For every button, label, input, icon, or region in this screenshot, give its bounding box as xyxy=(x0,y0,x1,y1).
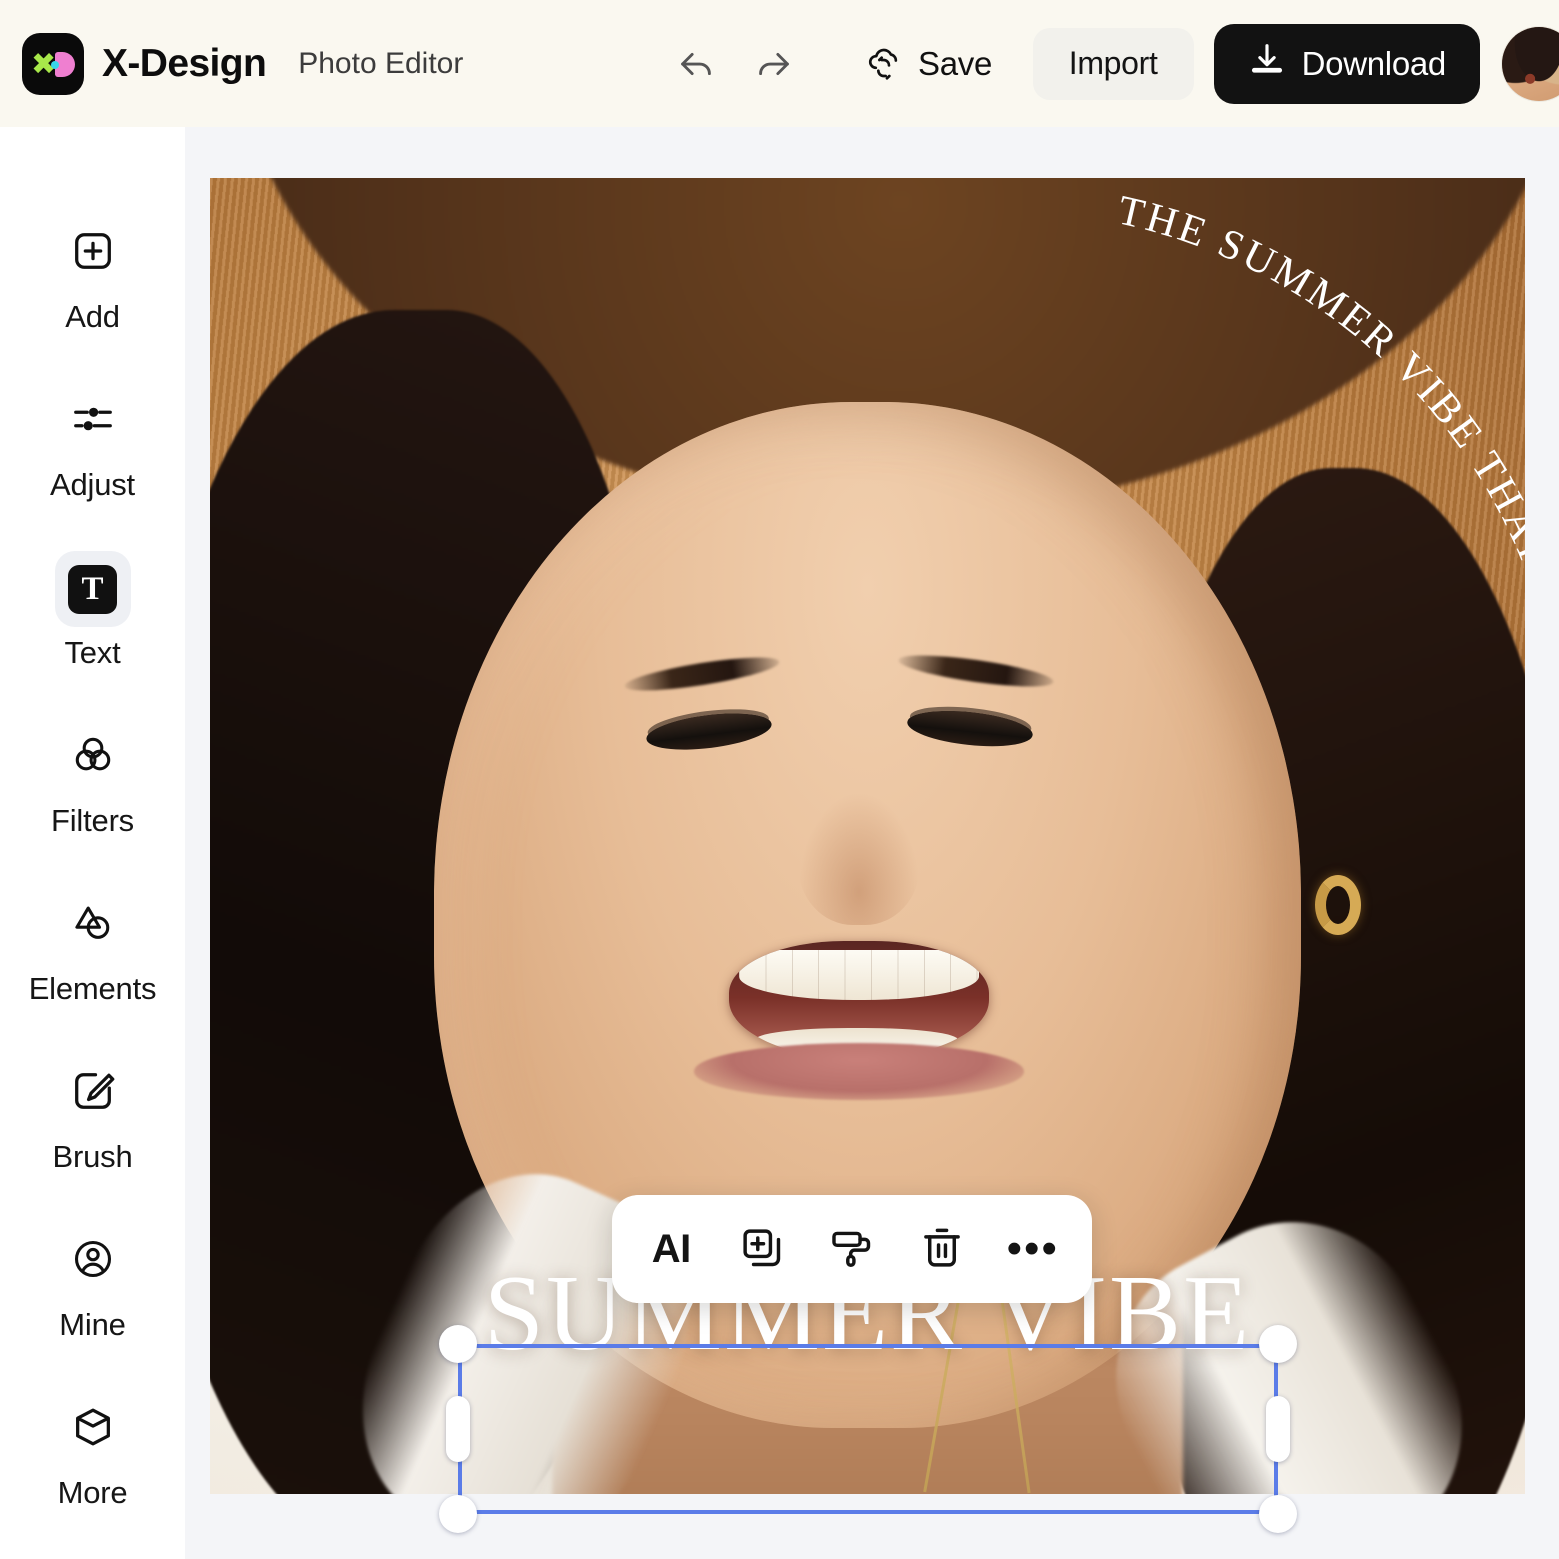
style-button[interactable] xyxy=(817,1214,887,1284)
text-icon-wrap: T xyxy=(54,551,131,627)
download-icon xyxy=(1248,41,1286,87)
nose xyxy=(798,791,920,926)
sidebar-item-label: Adjust xyxy=(50,467,135,502)
resize-handle-bottom-right[interactable] xyxy=(1259,1495,1297,1533)
sidebar-item-elements[interactable]: Elements xyxy=(27,887,159,1007)
eyebrow-left xyxy=(623,651,782,698)
mine-icon-wrap xyxy=(55,1223,131,1299)
download-label: Download xyxy=(1301,44,1447,82)
sidebar-item-mine[interactable]: Mine xyxy=(27,1223,159,1343)
undo-button[interactable] xyxy=(665,33,727,95)
resize-handle-bottom-left[interactable] xyxy=(439,1495,477,1533)
sidebar-item-label: Text xyxy=(64,635,121,670)
filters-icon-wrap xyxy=(55,719,131,795)
page-title: Photo Editor xyxy=(298,46,464,80)
ai-label: AI xyxy=(651,1226,692,1271)
ellipsis-icon: ••• xyxy=(1006,1224,1059,1274)
resize-handle-top-right[interactable] xyxy=(1259,1325,1297,1363)
download-button[interactable]: Download xyxy=(1213,23,1480,104)
object-toolbar: AI ••• xyxy=(612,1195,1092,1303)
cloud-sync-icon xyxy=(865,42,905,85)
adjust-icon-wrap xyxy=(55,383,131,459)
paint-roller-icon xyxy=(829,1225,875,1274)
sidebar-item-label: Mine xyxy=(59,1307,126,1342)
brand: ✖ X-Design Photo Editor xyxy=(22,32,464,95)
eyebrow-right xyxy=(897,649,1055,693)
sidebar-item-add[interactable]: Add xyxy=(27,215,159,335)
sidebar: Add Adjust T Text Filters Elements Brush… xyxy=(0,127,185,1559)
sidebar-item-more[interactable]: More xyxy=(27,1391,159,1511)
redo-button[interactable] xyxy=(743,33,805,95)
brush-square-icon xyxy=(70,1068,116,1119)
sidebar-item-label: Add xyxy=(65,299,120,334)
import-button[interactable]: Import xyxy=(1032,27,1194,100)
header-right-tools: Import Download xyxy=(1032,0,1559,127)
resize-handle-top-left[interactable] xyxy=(439,1325,477,1363)
hoop-earring xyxy=(1314,875,1361,936)
teeth-upper xyxy=(739,950,979,1000)
eye-right xyxy=(905,705,1034,752)
sidebar-item-adjust[interactable]: Adjust xyxy=(27,383,159,503)
photo-editor-app: ✖ X-Design Photo Editor Save Import Down… xyxy=(0,0,1559,1559)
brand-name: X-Design xyxy=(102,41,267,85)
sidebar-item-label: Filters xyxy=(51,803,134,838)
avatar[interactable] xyxy=(1502,26,1559,101)
undo-arrow-icon xyxy=(673,41,719,87)
app-header: ✖ X-Design Photo Editor Save Import Down… xyxy=(0,0,1559,127)
eye-left xyxy=(644,707,774,756)
resize-handle-middle-right[interactable] xyxy=(1266,1396,1290,1462)
resize-handle-middle-left[interactable] xyxy=(446,1396,470,1462)
x-design-logo-icon[interactable]: ✖ xyxy=(22,32,84,95)
sidebar-item-brush[interactable]: Brush xyxy=(27,1055,159,1175)
header-center-tools: Save xyxy=(665,0,1010,127)
editor-canvas[interactable]: THE SUMMER VIBE THAT IM LOOKING FOR SUMM… xyxy=(185,127,1559,1559)
delete-button[interactable] xyxy=(907,1214,977,1284)
sidebar-item-label: Brush xyxy=(52,1139,133,1174)
text-t-icon: T xyxy=(68,564,117,614)
avatar-image xyxy=(1502,26,1559,101)
user-circle-icon xyxy=(70,1236,116,1287)
save-label: Save xyxy=(918,44,993,82)
cube-icon xyxy=(70,1404,116,1455)
duplicate-icon xyxy=(739,1225,785,1274)
sliders-icon xyxy=(70,396,116,447)
trash-icon xyxy=(919,1225,965,1274)
add-icon-wrap xyxy=(55,215,131,291)
plus-square-icon xyxy=(70,228,116,279)
ai-button[interactable]: AI xyxy=(636,1214,706,1284)
more-icon-wrap xyxy=(55,1391,131,1467)
sidebar-item-label: More xyxy=(57,1475,128,1510)
more-options-button[interactable]: ••• xyxy=(998,1214,1068,1284)
save-button[interactable]: Save xyxy=(847,32,1010,95)
sidebar-item-filters[interactable]: Filters xyxy=(27,719,159,839)
sidebar-item-label: Elements xyxy=(28,971,157,1006)
mouth xyxy=(728,940,989,1059)
redo-arrow-icon xyxy=(751,41,797,87)
sidebar-item-text[interactable]: T Text xyxy=(27,551,159,671)
brush-icon-wrap xyxy=(55,1055,131,1131)
shapes-icon xyxy=(70,900,116,951)
selection-edge-bottom xyxy=(458,1510,1278,1514)
elements-icon-wrap xyxy=(55,887,131,963)
logo-dot-shape xyxy=(51,60,59,69)
lower-lip xyxy=(693,1043,1024,1100)
duplicate-button[interactable] xyxy=(727,1214,797,1284)
three-circles-icon xyxy=(70,732,116,783)
